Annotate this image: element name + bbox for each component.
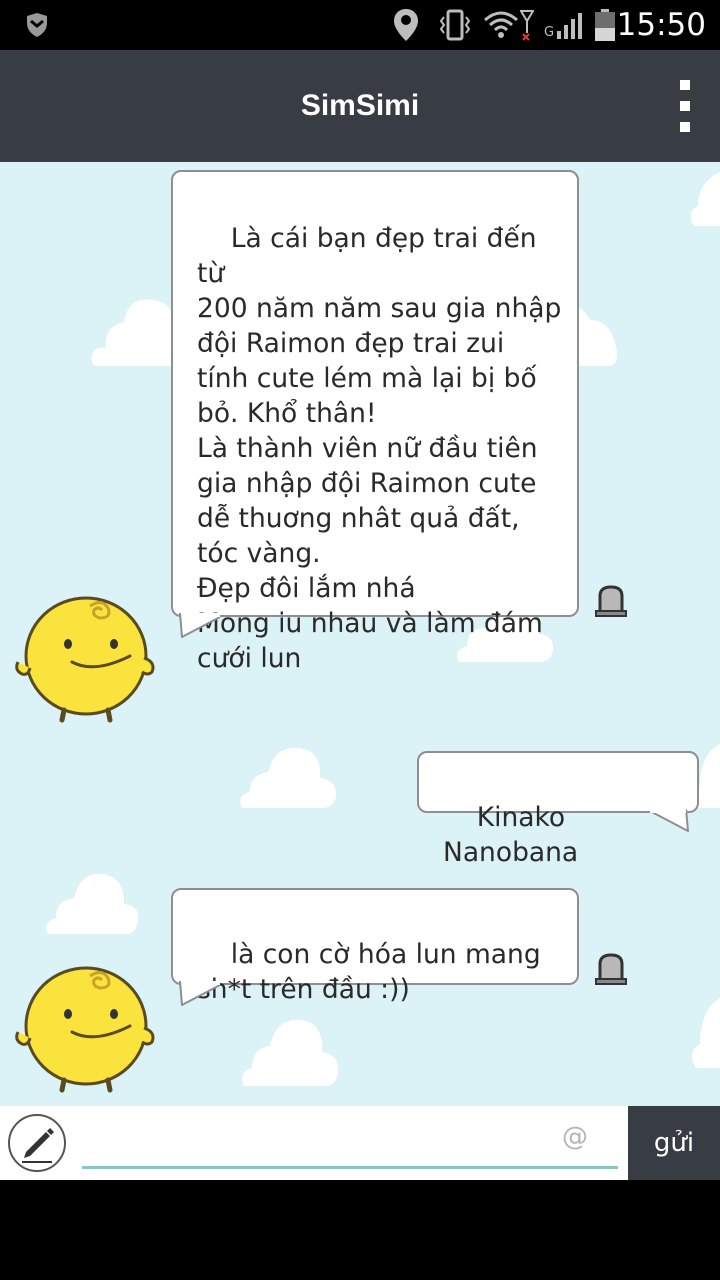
cloud-decoration (690, 162, 720, 226)
signal-icon: G (544, 0, 583, 50)
message-input-bar: @ gửi (0, 1106, 720, 1180)
notification-shield-icon (24, 0, 50, 50)
location-icon (393, 0, 419, 50)
user-message-bubble: Kinako Nanobana (417, 751, 699, 868)
report-icon[interactable] (594, 584, 628, 618)
navigation-area (0, 1180, 720, 1280)
cloud-decoration (46, 873, 139, 934)
cloud-decoration (691, 992, 720, 1068)
message-input[interactable] (82, 1116, 618, 1169)
bubble-tail (179, 981, 221, 1006)
bot-message-bubble: Là cái bạn đẹp trai đến từ 200 năm năm s… (171, 170, 579, 674)
antenna-icon (520, 0, 534, 50)
cloud-decoration (240, 747, 336, 808)
mention-icon[interactable]: @ (562, 1122, 588, 1152)
report-icon[interactable] (594, 952, 628, 986)
bubble-tail (179, 613, 221, 638)
message-text: là con cờ hóa lun mang sh*t trên đầu :)) (197, 939, 541, 1005)
status-bar: G 15:50 (0, 0, 720, 50)
signal-label: G (544, 24, 555, 40)
chat-area[interactable]: Là cái bạn đẹp trai đến từ 200 năm năm s… (0, 162, 720, 1106)
app-bar: SimSimi (0, 50, 720, 162)
message-text: Là cái bạn đẹp trai đến từ 200 năm năm s… (197, 223, 562, 674)
simsimi-avatar[interactable] (12, 962, 162, 1097)
edit-button[interactable] (8, 1114, 66, 1172)
vibrate-icon (440, 0, 470, 50)
message-text: Kinako Nanobana (443, 802, 579, 868)
simsimi-avatar[interactable] (12, 592, 162, 727)
status-time: 15:50 (616, 7, 706, 43)
app-title: SimSimi (300, 89, 420, 122)
battery-icon (594, 0, 616, 50)
bubble-tail (649, 809, 689, 832)
pencil-icon (22, 1128, 54, 1163)
cloud-decoration (242, 1019, 338, 1086)
bot-message-bubble: là con cờ hóa lun mang sh*t trên đầu :)) (171, 888, 579, 1005)
send-button[interactable]: gửi (628, 1106, 720, 1180)
wifi-icon (483, 0, 519, 50)
overflow-menu-icon[interactable] (670, 78, 700, 134)
